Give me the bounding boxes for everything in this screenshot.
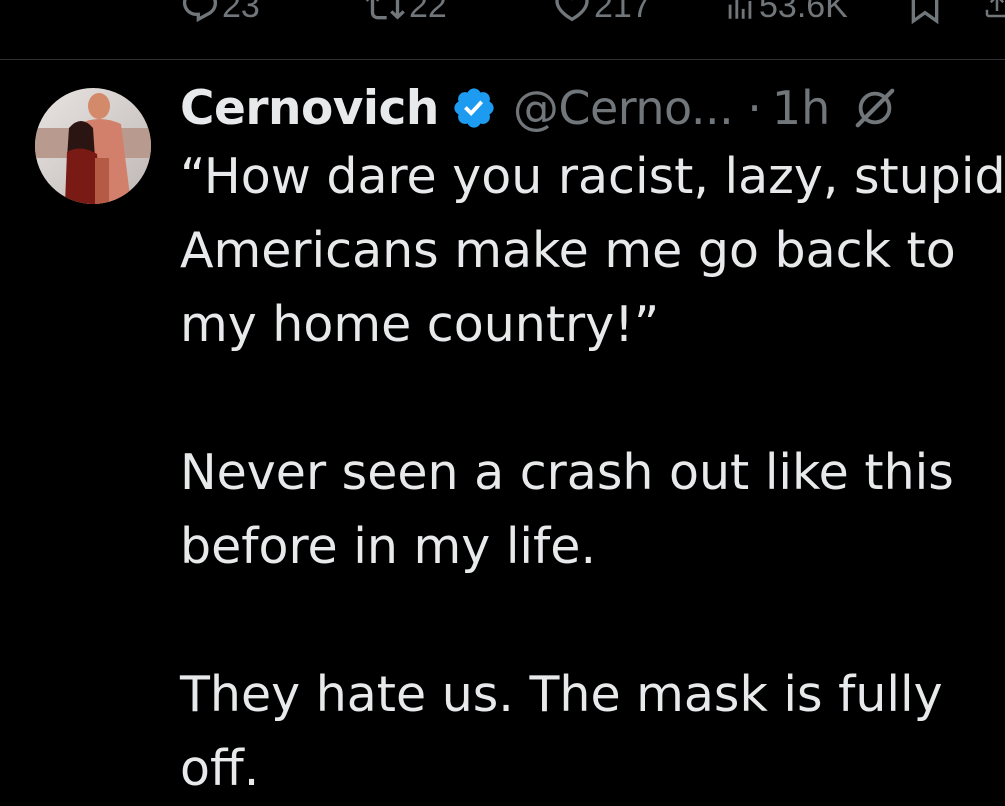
share-button[interactable] <box>982 0 1005 28</box>
retweet-count: 22 <box>409 0 447 25</box>
heart-icon <box>552 0 592 26</box>
tweet-line: Americans make me go back to <box>180 222 956 279</box>
previous-tweet-action-bar: 23 22 217 53.6K <box>0 0 1005 44</box>
tweet-paragraph: Never seen a crash out like this before … <box>180 436 1005 584</box>
bookmark-button[interactable] <box>905 0 945 28</box>
separator-dot: · <box>747 81 762 135</box>
comment-icon <box>180 0 220 26</box>
verified-badge-icon[interactable] <box>451 85 497 131</box>
views-button[interactable]: 53.6K <box>723 0 848 28</box>
avatar[interactable] <box>35 88 151 204</box>
tweet-line: Never seen a crash out like this <box>180 444 954 501</box>
share-icon <box>982 0 1005 26</box>
tweet-line: They hate us. The mask is fully <box>180 666 943 723</box>
bookmark-icon <box>905 0 945 26</box>
handle[interactable]: @Cerno... <box>513 85 734 131</box>
tweet-header: Cernovich @Cerno... · 1h <box>180 78 898 138</box>
tweet-line: off. <box>180 740 260 797</box>
grok-icon[interactable] <box>852 85 898 131</box>
retweet-icon <box>363 0 407 26</box>
reply-button[interactable]: 23 <box>180 0 260 28</box>
like-count: 217 <box>594 0 651 25</box>
avatar-photo <box>35 88 151 204</box>
tweet-line: “How dare you racist, lazy, stupid <box>180 148 1005 205</box>
views-chart-icon <box>723 0 757 26</box>
retweet-button[interactable]: 22 <box>363 0 447 28</box>
tweet-line: before in my life. <box>180 518 597 575</box>
tweet-paragraph: “How dare you racist, lazy, stupid Ameri… <box>180 140 1005 362</box>
views-count: 53.6K <box>759 0 848 25</box>
like-button[interactable]: 217 <box>552 0 651 28</box>
tweet-text: “How dare you racist, lazy, stupid Ameri… <box>180 140 1005 806</box>
timestamp[interactable]: 1h <box>772 85 830 131</box>
tweet-paragraph: They hate us. The mask is fully off. <box>180 658 1005 806</box>
tweet-line: my home country!” <box>180 296 660 353</box>
tweet-divider <box>0 59 1005 60</box>
reply-count: 23 <box>222 0 260 25</box>
display-name[interactable]: Cernovich <box>180 85 439 132</box>
